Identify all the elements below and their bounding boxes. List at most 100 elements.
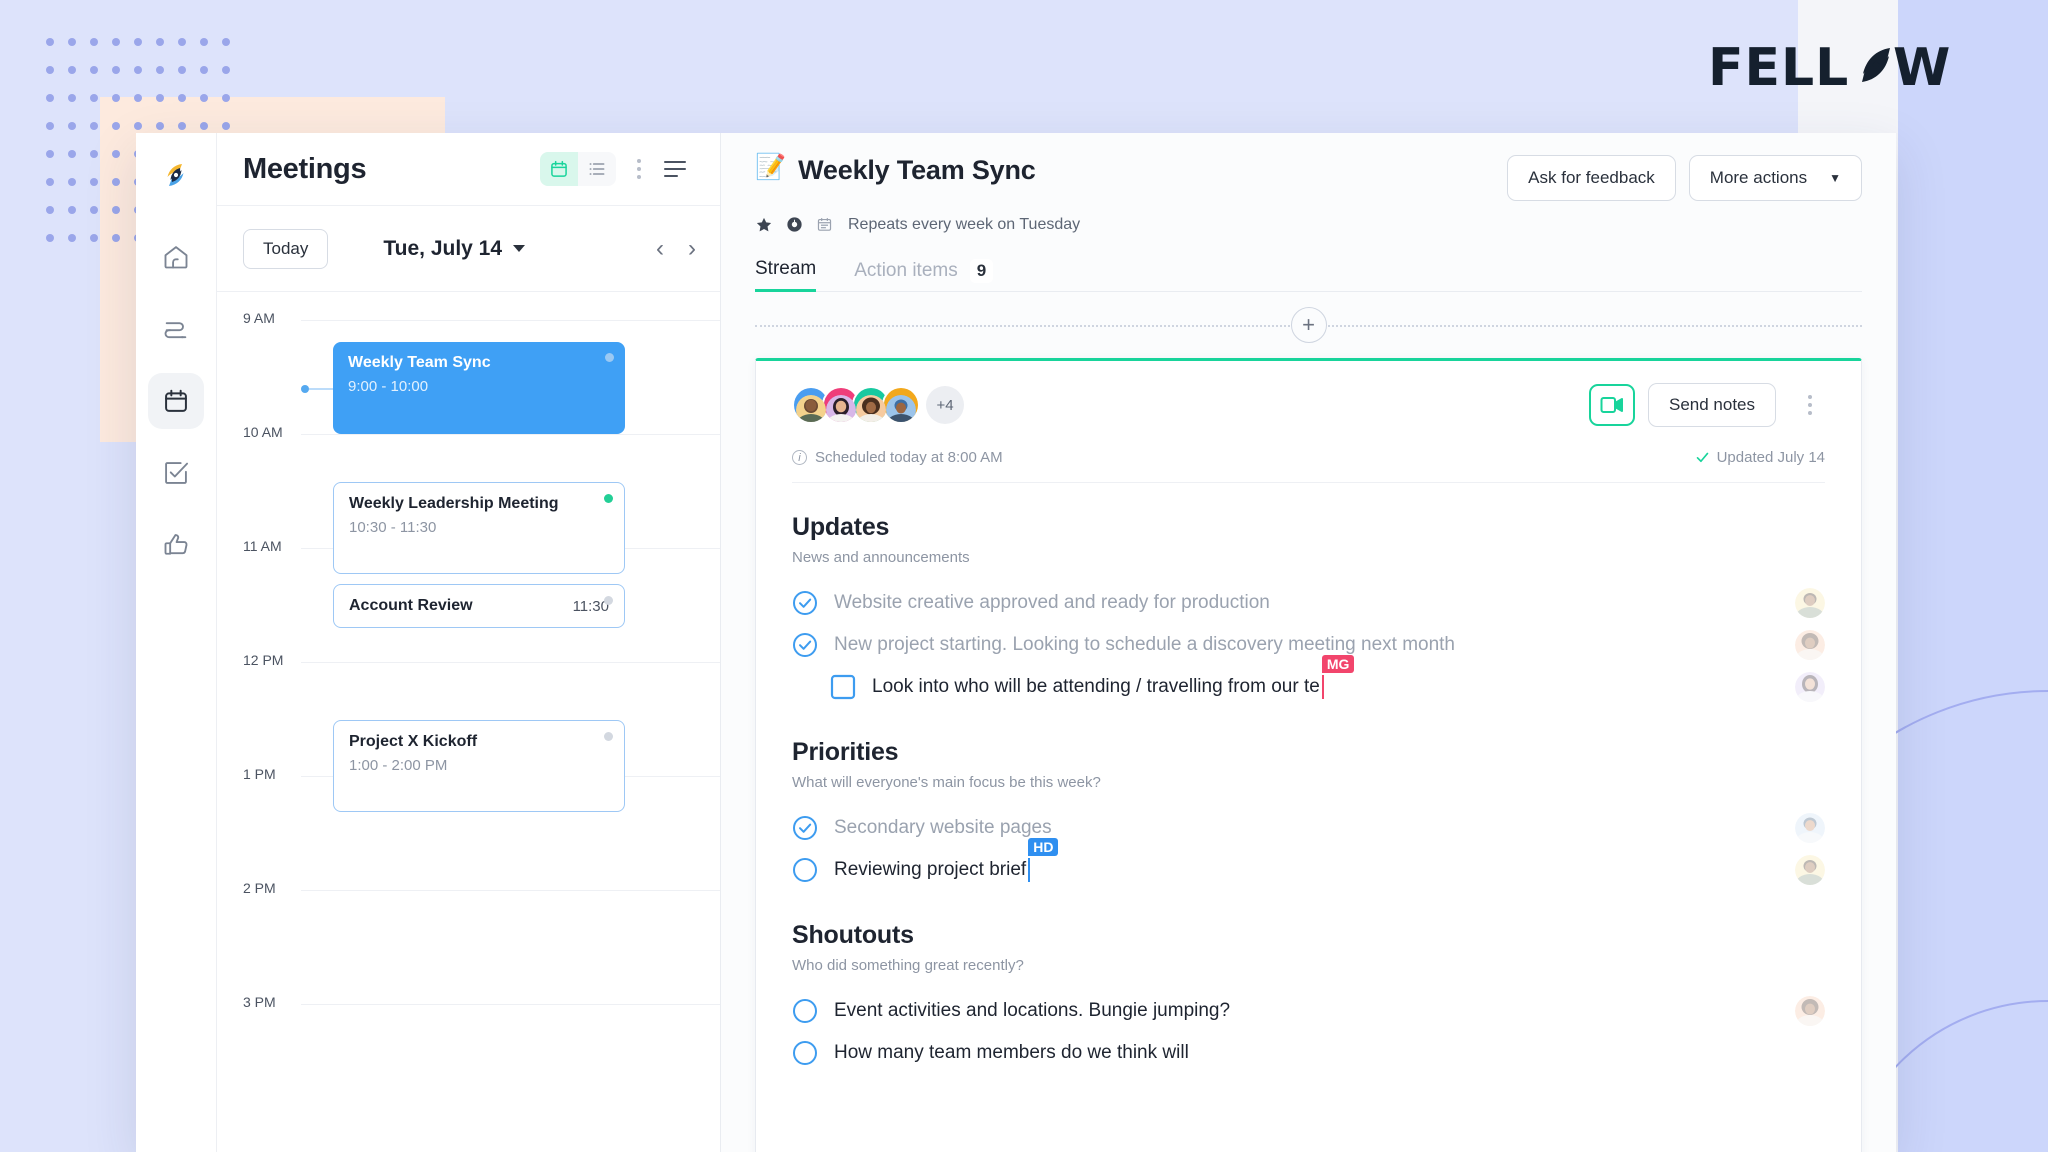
today-button[interactable]: Today — [243, 228, 329, 269]
app-window: Meetings Today Tue, July 14 ‹ › 3 PM 2 P… — [136, 133, 1896, 1152]
avatar — [1795, 588, 1825, 618]
event-title: Project X Kickoff — [349, 733, 478, 750]
calendar-hour-row: 10 AM — [217, 424, 720, 440]
note-section-priorities: Priorities What will everyone's main foc… — [792, 738, 1825, 891]
sidebar-item-feedback[interactable] — [148, 517, 204, 573]
meetings-panel: Meetings Today Tue, July 14 ‹ › 3 PM 2 P… — [217, 133, 721, 1152]
event-status-dot — [604, 596, 613, 605]
calendar-event[interactable]: Weekly Team Sync 9:00 - 10:00 — [333, 342, 625, 434]
calendar-hour-line — [301, 662, 720, 663]
avatar[interactable] — [792, 386, 830, 424]
meeting-title-row: 📝 Weekly Team Sync Ask for feedback More… — [755, 155, 1862, 201]
checkbox-unchecked-icon[interactable] — [792, 998, 818, 1024]
meeting-title: Weekly Team Sync — [798, 155, 1036, 185]
note-emoji-icon: 📝 — [755, 153, 787, 181]
nav-rail — [136, 133, 217, 1152]
checkbox-unchecked-icon[interactable] — [792, 857, 818, 883]
list-item-text: Website creative approved and ready for … — [834, 592, 1270, 613]
section-subtitle: What will everyone's main focus be this … — [792, 774, 1101, 791]
date-picker[interactable]: Tue, July 14 — [383, 237, 526, 261]
section-subtitle: News and announcements — [792, 549, 970, 566]
meetings-header-actions — [540, 152, 698, 186]
view-toggle-calendar[interactable] — [540, 152, 578, 186]
info-icon: i — [792, 450, 807, 465]
checkbox-checked-icon[interactable] — [792, 632, 818, 658]
eye-icon[interactable] — [785, 215, 804, 234]
add-note-divider: + — [755, 292, 1862, 358]
calendar-icon — [551, 160, 567, 177]
calendar-hour-line — [301, 1004, 720, 1005]
collaborator-cursor-mg: MG — [1321, 655, 1355, 699]
video-call-button[interactable] — [1588, 384, 1635, 426]
avatar[interactable] — [852, 386, 890, 424]
list-item[interactable]: New project starting. Looking to schedul… — [792, 624, 1825, 666]
calendar-hour-row: 12 PM — [217, 652, 720, 668]
hamburger-icon[interactable] — [664, 152, 698, 186]
calendar-hour-line — [301, 890, 720, 891]
calendar-event[interactable]: Project X Kickoff 1:00 - 2:00 PM — [333, 720, 625, 812]
checkbox-unchecked-icon[interactable] — [830, 674, 856, 700]
checkbox-checked-icon[interactable] — [792, 590, 818, 616]
collaborator-initials: HD — [1028, 838, 1059, 856]
list-item[interactable]: Website creative approved and ready for … — [792, 582, 1825, 624]
sidebar-item-streams[interactable] — [148, 301, 204, 357]
note-section-shoutouts: Shoutouts Who did something great recent… — [792, 921, 1825, 1074]
calendar-hour-line — [301, 434, 720, 435]
home-icon — [164, 246, 188, 269]
avatar-overflow-count[interactable]: +4 — [926, 386, 964, 424]
note-card-kebab-menu[interactable] — [1795, 388, 1825, 422]
section-title: Priorities — [792, 738, 899, 766]
list-item[interactable]: Secondary website pages — [792, 807, 1825, 849]
list-item-text: Event activities and locations. Bungie j… — [834, 1000, 1231, 1021]
next-day-button[interactable]: › — [688, 236, 696, 261]
calendar-hour-row: 3 PM — [217, 994, 720, 1010]
calendar-hour-label: 10 AM — [243, 424, 283, 440]
sidebar-item-meetings[interactable] — [148, 373, 204, 429]
event-time: 1:00 - 2:00 PM — [349, 757, 448, 774]
view-toggle-list[interactable] — [578, 152, 616, 186]
meetings-kebab-menu[interactable] — [624, 152, 654, 186]
star-icon[interactable] — [755, 216, 773, 234]
fellow-logo-icon — [157, 156, 195, 194]
event-title: Weekly Team Sync — [348, 354, 491, 371]
list-item[interactable]: Reviewing project brief HD — [792, 838, 1825, 891]
chevron-down-icon — [513, 245, 526, 252]
more-actions-button[interactable]: More actions ▼ — [1688, 155, 1862, 201]
event-time: 9:00 - 10:00 — [348, 378, 429, 395]
meeting-detail-header: 📝 Weekly Team Sync Ask for feedback More… — [721, 133, 1896, 292]
fellow-brand-logo: FELL W — [1708, 38, 1968, 100]
avatar-face-icon — [796, 395, 826, 422]
avatar[interactable] — [822, 386, 860, 424]
event-status-dot — [604, 732, 613, 741]
avatar-face-icon — [856, 395, 886, 422]
attendee-avatars[interactable]: +4 — [792, 386, 964, 424]
scheduled-status: i Scheduled today at 8:00 AM — [792, 449, 1003, 466]
view-toggle[interactable] — [540, 152, 616, 186]
prev-day-button[interactable]: ‹ — [656, 236, 664, 261]
ask-for-feedback-button[interactable]: Ask for feedback — [1507, 155, 1676, 201]
meetings-header: Meetings — [217, 133, 720, 206]
sidebar-item-logo[interactable] — [148, 147, 204, 203]
sidebar-item-home[interactable] — [148, 229, 204, 285]
list-item[interactable]: Look into who will be attending / travel… — [792, 655, 1825, 708]
calendar-event[interactable]: Account Review 11:30 — [333, 584, 625, 628]
sidebar-item-action-items[interactable] — [148, 445, 204, 501]
list-item[interactable]: Event activities and locations. Bungie j… — [792, 990, 1825, 1032]
checkbox-checked-icon[interactable] — [792, 815, 818, 841]
section-title: Updates — [792, 513, 890, 541]
tab-action-items[interactable]: Action items 9 — [854, 259, 994, 292]
section-items: Secondary website pages Reviewing projec… — [792, 807, 1825, 891]
add-note-button[interactable]: + — [1290, 307, 1327, 343]
send-notes-button[interactable]: Send notes — [1647, 383, 1776, 427]
tab-stream[interactable]: Stream — [755, 258, 817, 292]
list-item[interactable]: How many team members do we think will — [792, 1032, 1825, 1074]
calendar-event[interactable]: Weekly Leadership Meeting 10:30 - 11:30 — [333, 482, 625, 574]
avatar[interactable] — [882, 386, 920, 424]
updated-text: Updated July 14 — [1716, 449, 1825, 466]
list-item-text: Reviewing project brief — [834, 859, 1027, 880]
ask-for-feedback-label: Ask for feedback — [1528, 168, 1655, 187]
tab-stream-label: Stream — [755, 258, 817, 279]
checkbox-unchecked-icon[interactable] — [792, 1040, 818, 1066]
list-item-text: Look into who will be attending / travel… — [872, 676, 1320, 697]
checkbox-icon — [165, 462, 189, 484]
